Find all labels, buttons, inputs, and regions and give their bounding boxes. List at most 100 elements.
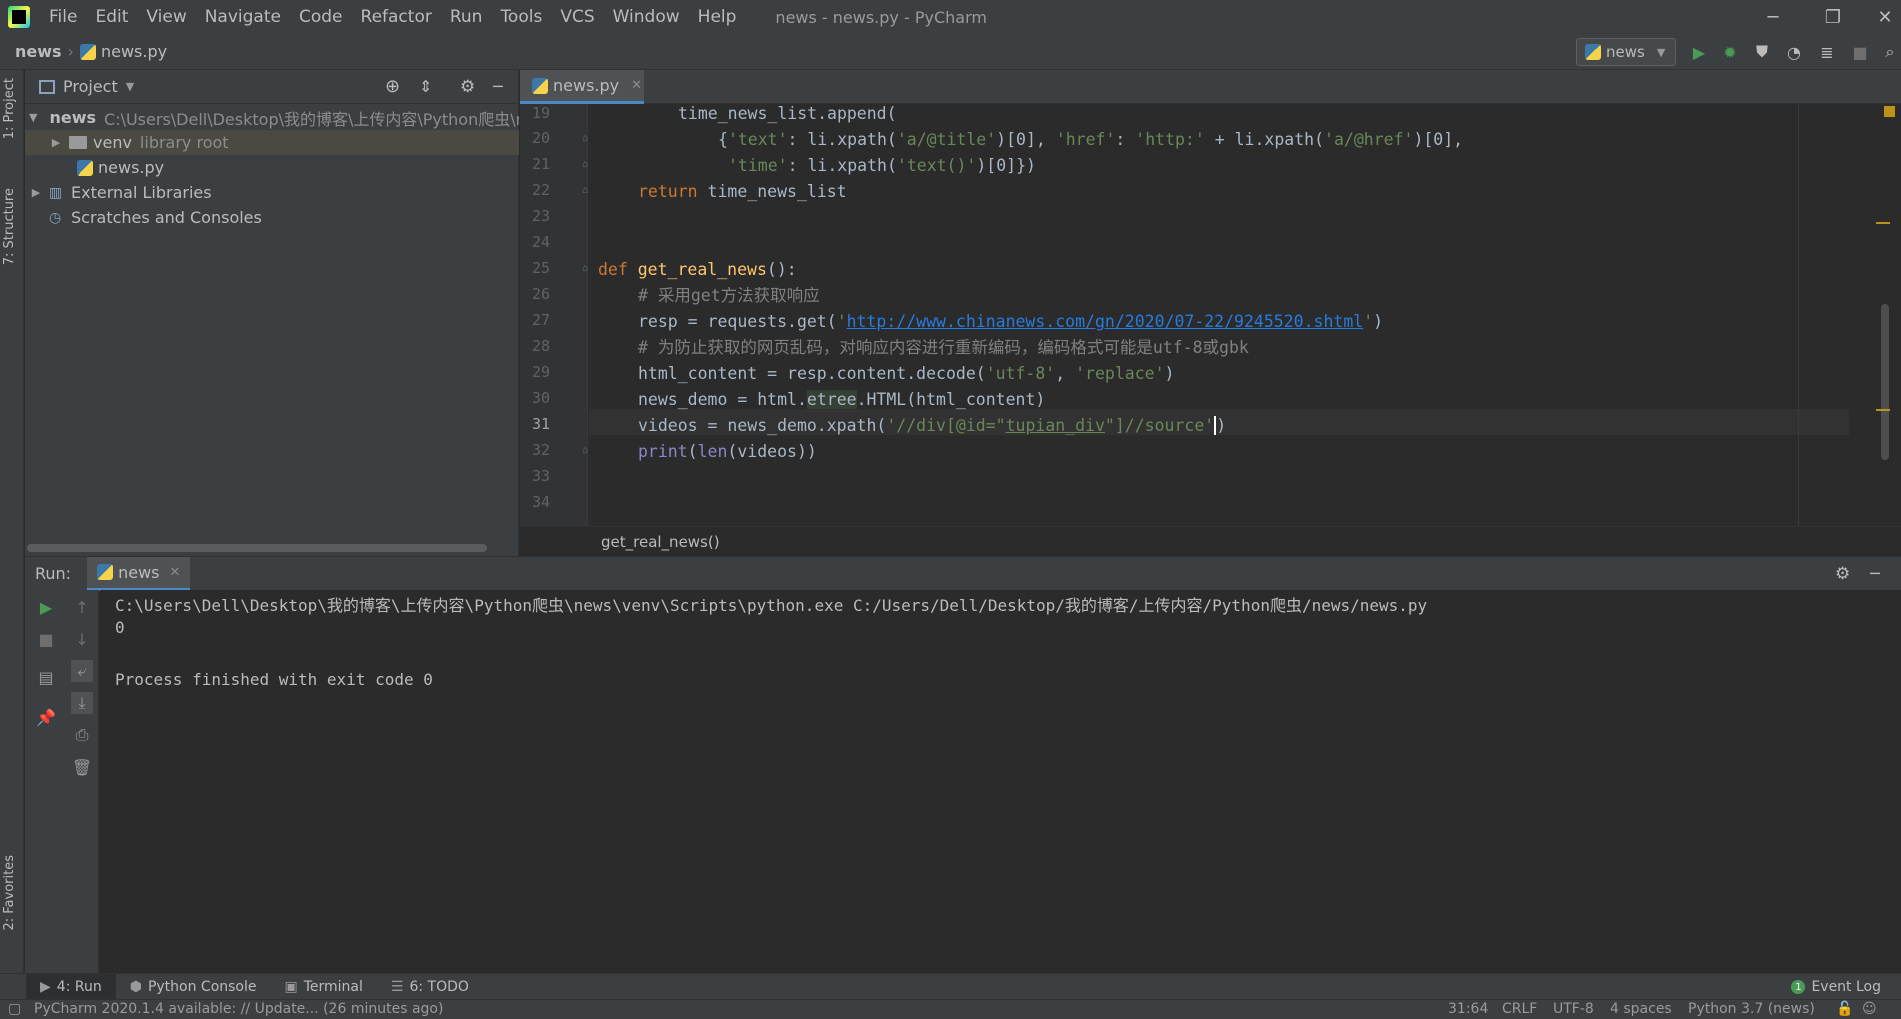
indent-setting[interactable]: 4 spaces [1610,1001,1672,1017]
horizontal-scrollbar[interactable] [27,544,487,552]
left-tool-stripe: 1: Project 7: Structure 2: Favorites [0,70,24,973]
pin-icon[interactable]: 📌 [35,706,57,728]
line-number: 23 [531,207,550,225]
run-tab-news[interactable]: news ✕ [87,556,191,591]
code-text: { [718,130,728,149]
collapsed-arrow-icon[interactable]: ▶ [29,186,43,199]
tool-tab-python-console[interactable]: ⬢ Python Console [116,974,271,1000]
menu-vcs[interactable]: VCS [551,7,603,27]
event-log-button[interactable]: 1 Event Log [1791,974,1881,1000]
stop-icon[interactable]: ■ [1850,42,1870,62]
project-tool-tab[interactable]: 1: Project [2,78,17,139]
code-editor[interactable]: 19 20 21 22 23 24 25 26 27 28 29 30 31 3… [520,104,1901,526]
collapsed-arrow-icon[interactable]: ▶ [49,136,63,149]
soft-wrap-icon[interactable]: ⤶ [71,660,93,682]
tree-item-detail: library root [139,133,229,152]
restore-icon[interactable]: ❐ [1810,0,1856,34]
close-icon[interactable]: ✕ [1862,0,1901,34]
error-stripe-marker[interactable] [1876,409,1890,411]
layout-icon[interactable]: ▤ [35,666,57,688]
profile-icon[interactable]: ◔ [1784,42,1804,62]
python-file-icon [79,43,96,60]
gear-icon[interactable]: ⚙ [1835,564,1850,584]
run-icon[interactable]: ▶ [1689,42,1709,62]
locate-file-icon[interactable]: ⊕ [385,76,400,97]
line-separator[interactable]: CRLF [1502,1001,1537,1017]
tree-item-news[interactable]: ▼ news C:\Users\Dell\Desktop\我的博客\上传内容\P… [25,105,519,130]
tab-news-py[interactable]: news.py ✕ [520,70,644,104]
gear-icon[interactable]: ⚙ [460,77,475,97]
tree-item-venv[interactable]: ▶ venv library root [25,130,519,155]
code-text: time_news_list.append( [678,104,897,123]
breadcrumb-function[interactable]: get_real_news() [601,533,720,551]
lock-icon[interactable]: 🔓 [1836,1001,1853,1017]
tool-tab-run[interactable]: ▶ 4: Run [26,973,116,1000]
favorites-tool-tab[interactable]: 2: Favorites [2,855,17,931]
fold-icon[interactable]: ⌂ [582,185,588,196]
close-tab-icon[interactable]: ✕ [631,78,642,93]
collapse-all-icon[interactable]: ⇕ [419,77,432,96]
inspector-icon[interactable]: ☺ [1862,1001,1877,1017]
coverage-icon[interactable]: ⛊ [1752,42,1772,62]
concurrency-icon[interactable]: ≣ [1817,42,1837,62]
down-arrow-icon[interactable]: ↓ [71,628,93,650]
print-icon[interactable]: ⎙ [71,724,93,746]
structure-tool-tab[interactable]: 7: Structure [2,188,17,265]
fold-icon[interactable]: ⌂ [582,263,588,274]
project-panel: Project ▼ ⊕ ⇕ ⚙ ─ ▼ news C:\Users\Dell\D… [25,70,519,556]
warning-indicator-icon[interactable] [1884,106,1895,117]
chevron-down-icon[interactable]: ▼ [126,80,134,93]
toggle-panels-icon[interactable]: ▢ [8,1001,21,1017]
search-icon[interactable]: ⌕ [1880,42,1900,62]
tree-item-external-libraries[interactable]: ▶ ▥ External Libraries [25,180,519,205]
fold-icon[interactable]: ⌂ [582,159,588,170]
expanded-arrow-icon[interactable]: ▼ [29,111,37,124]
menu-refactor[interactable]: Refactor [352,7,441,27]
code-line-21: 'time': li.xpath('text()')[0]}) [728,153,1036,179]
project-tool-tab-label: 1: Project [2,78,17,140]
python-interpreter[interactable]: Python 3.7 (news) [1688,1001,1815,1017]
status-message[interactable]: PyCharm 2020.1.4 available: // Update...… [34,1001,443,1017]
navigation-bar: news › news.py news ▼ ▶ ✹ ⛊ ◔ ≣ ■ ⌕ [0,34,1901,70]
rerun-icon[interactable]: ▶ [35,596,57,618]
tool-tab-todo[interactable]: ☰ 6: TODO [377,974,483,1000]
menu-tools[interactable]: Tools [491,7,551,27]
file-encoding[interactable]: UTF-8 [1553,1001,1594,1017]
editor-breadcrumb[interactable]: get_real_news() [520,526,1901,556]
hide-panel-icon[interactable]: ─ [1870,564,1880,583]
menu-help[interactable]: Help [689,7,746,27]
debug-icon[interactable]: ✹ [1720,42,1740,62]
caret-position[interactable]: 31:64 [1448,1001,1488,1017]
run-console[interactable]: C:\Users\Dell\Desktop\我的博客\上传内容\Python爬虫… [100,590,1901,973]
stop-icon[interactable]: ■ [35,628,57,650]
code-line-30: news_demo = html.etree.HTML(html_content… [638,387,1045,413]
menu-navigate[interactable]: Navigate [196,7,290,27]
menu-run[interactable]: Run [441,7,492,27]
line-number-gutter[interactable]: 19 20 21 22 23 24 25 26 27 28 29 30 31 3… [520,104,588,526]
favorites-tool-tab-label: 2: Favorites [2,855,17,931]
hide-panel-icon[interactable]: ─ [493,77,503,96]
url-link[interactable]: http://www.chinanews.com/gn/2020/07-22/9… [847,312,1364,331]
run-configuration-select[interactable]: news ▼ [1576,38,1676,66]
menu-code[interactable]: Code [290,7,352,27]
tree-item-scratches[interactable]: ◷ Scratches and Consoles [25,205,519,230]
project-view-select[interactable]: Project [63,77,118,96]
fold-icon[interactable]: ⌂ [582,133,588,144]
menu-file[interactable]: File [40,7,86,27]
scroll-to-end-icon[interactable]: ⤓ [71,692,93,714]
breadcrumb-file[interactable]: news.py [101,42,167,61]
menu-window[interactable]: Window [604,7,689,27]
trash-icon[interactable]: 🗑 [71,756,93,778]
breadcrumb-project[interactable]: news [15,42,62,61]
status-bar: ▢ PyCharm 2020.1.4 available: // Update.… [0,999,1901,1019]
error-stripe-marker[interactable] [1876,222,1890,224]
vertical-scrollbar-thumb[interactable] [1881,304,1889,460]
fold-icon[interactable]: ⌂ [582,445,588,456]
tree-item-news-py[interactable]: news.py [25,155,519,180]
close-tab-icon[interactable]: ✕ [169,565,180,580]
minimize-icon[interactable]: ─ [1750,0,1796,34]
up-arrow-icon[interactable]: ↑ [71,596,93,618]
tool-tab-terminal[interactable]: ▣ Terminal [271,974,377,1000]
menu-view[interactable]: View [137,7,195,27]
menu-edit[interactable]: Edit [86,7,137,27]
